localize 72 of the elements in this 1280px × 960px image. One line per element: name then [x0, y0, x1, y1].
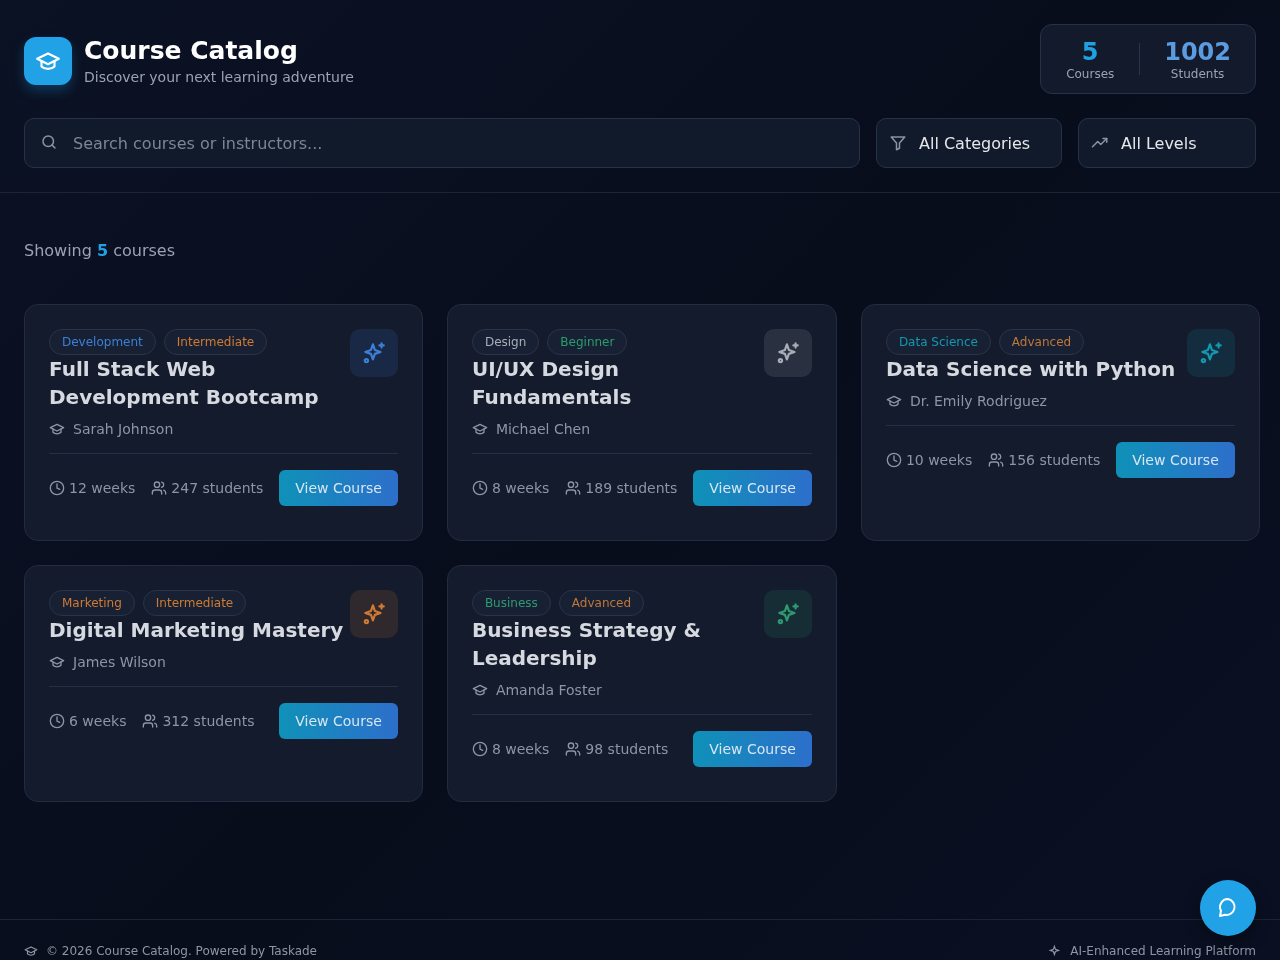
- search-field[interactable]: Search courses or instructors...: [24, 118, 860, 168]
- users-icon: [988, 452, 1005, 468]
- students-count: 247 students: [171, 480, 264, 496]
- stat-value: 1002: [1164, 37, 1231, 67]
- instructor-name: Dr. Emily Rodriguez: [909, 393, 1047, 409]
- course-tag: Design: [471, 329, 540, 355]
- tagline-text: AI-Enhanced Learning Platform: [1070, 944, 1256, 958]
- sparkle-icon: [349, 590, 398, 638]
- course-title: Data Science with Python: [885, 356, 1177, 383]
- clock-icon: [471, 741, 488, 757]
- duration-text: 6 weeks: [69, 713, 127, 729]
- course-tag: Development: [49, 329, 156, 355]
- clock-icon: [49, 713, 65, 729]
- view-course-button[interactable]: View Course: [693, 470, 812, 506]
- chat-button[interactable]: [1200, 880, 1256, 936]
- graduation-cap-icon: [471, 421, 488, 437]
- users-icon: [565, 480, 582, 496]
- stat-label: Students: [1170, 67, 1225, 81]
- course-title: Digital Marketing Mastery: [49, 617, 345, 644]
- stat-value: 5: [1081, 37, 1099, 67]
- course-tag: Business: [471, 590, 551, 616]
- view-course-button[interactable]: View Course: [279, 470, 398, 506]
- course-title: Full Stack Web Development Bootcamp: [49, 356, 320, 411]
- course-tag: Data Science: [885, 329, 991, 355]
- course-title: Business Strategy & Leadership: [471, 617, 702, 672]
- copyright-text: © 2026 Course Catalog. Powered by Taskade: [46, 944, 317, 958]
- duration-text: 8 weeks: [491, 480, 550, 496]
- users-icon: [151, 480, 168, 496]
- graduation-cap-icon: [885, 393, 902, 409]
- view-course-button[interactable]: View Course: [1116, 442, 1235, 478]
- filter-icon: [889, 134, 907, 152]
- search-icon: [40, 133, 58, 151]
- course-tag: Advanced: [998, 329, 1085, 355]
- course-tag: Marketing: [49, 590, 135, 616]
- sparkle-icon: [1048, 944, 1063, 958]
- sparkle-icon: [763, 590, 812, 638]
- graduation-cap-icon: [24, 944, 38, 958]
- course-tag: Beginner: [547, 329, 628, 355]
- course-title: UI/UX Design Fundamentals: [471, 356, 633, 411]
- students-count: 312 students: [162, 713, 255, 729]
- view-course-button[interactable]: View Course: [279, 703, 398, 739]
- graduation-cap-icon: [49, 654, 65, 670]
- course-tag: Advanced: [558, 590, 645, 616]
- filter-dropdown[interactable]: All Categories: [876, 118, 1062, 168]
- students-count: 98 students: [585, 741, 669, 757]
- clock-icon: [471, 480, 488, 496]
- clock-icon: [49, 480, 65, 496]
- duration-text: 10 weeks: [905, 452, 973, 468]
- course-tag: Intermediate: [142, 590, 247, 616]
- students-count: 189 students: [585, 480, 678, 496]
- duration-text: 8 weeks: [491, 741, 550, 757]
- sparkle-icon: [763, 329, 812, 377]
- stat-label: Courses: [1066, 67, 1115, 81]
- clock-icon: [885, 452, 902, 468]
- users-icon: [142, 713, 159, 729]
- graduation-cap-icon: [471, 682, 488, 698]
- view-course-button[interactable]: View Course: [693, 731, 812, 767]
- students-count: 156 students: [1008, 452, 1101, 468]
- instructor-name: Amanda Foster: [495, 682, 602, 698]
- graduation-cap-icon: [49, 421, 65, 437]
- filter-dropdown[interactable]: All Levels: [1078, 118, 1256, 168]
- instructor-name: Michael Chen: [495, 421, 591, 437]
- instructor-name: Sarah Johnson: [73, 421, 174, 437]
- app-title: Course Catalog: [84, 37, 299, 65]
- course-tag: Intermediate: [163, 329, 268, 355]
- instructor-name: James Wilson: [73, 654, 166, 670]
- duration-text: 12 weeks: [69, 480, 136, 496]
- sparkle-icon: [349, 329, 398, 377]
- app-subtitle: Discover your next learning adventure: [84, 69, 354, 85]
- results-count: Showing 5 courses: [24, 241, 177, 260]
- sparkle-icon: [1186, 329, 1235, 377]
- users-icon: [565, 741, 582, 757]
